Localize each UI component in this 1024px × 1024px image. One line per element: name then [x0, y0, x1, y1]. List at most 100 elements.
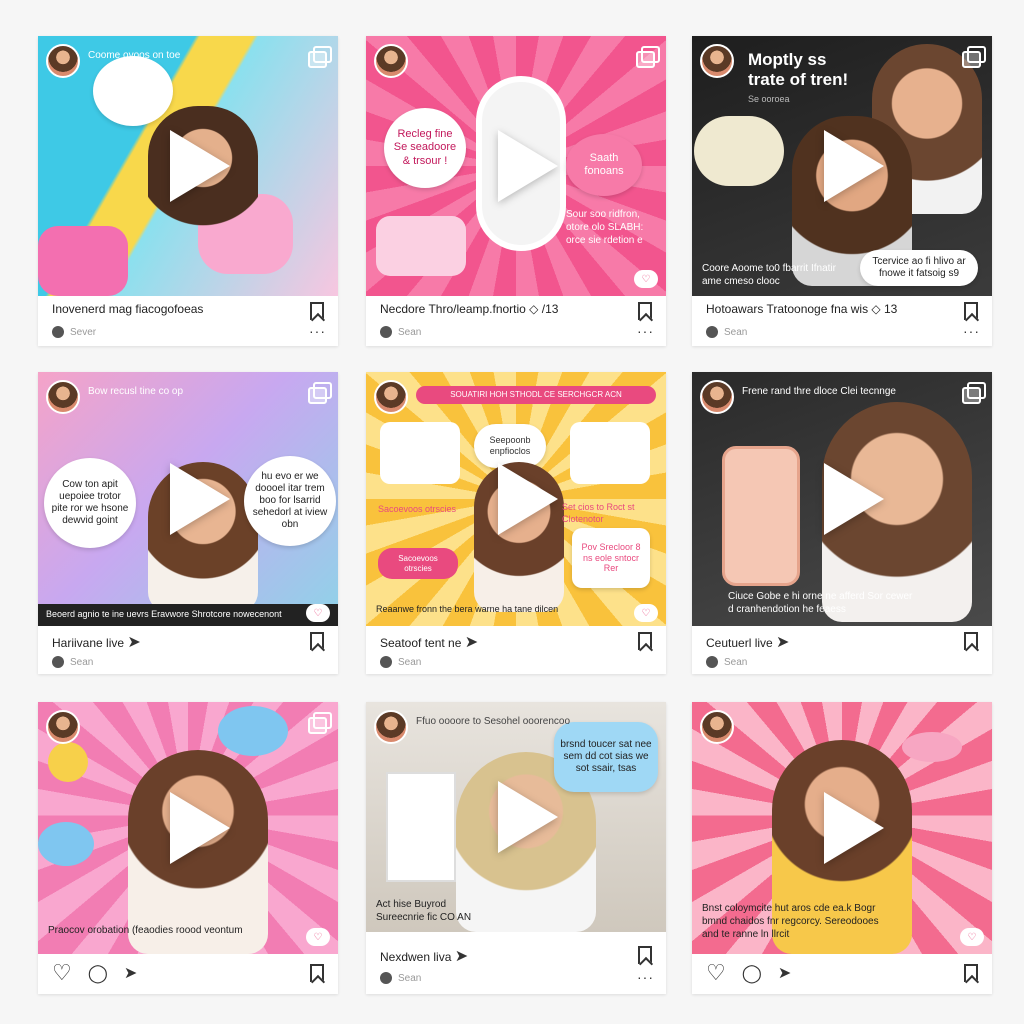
play-icon[interactable]: [498, 463, 558, 535]
post-media[interactable]: Recleg fine Se seadoore & trsour ! Saath…: [366, 36, 666, 296]
post-card[interactable]: Ciuce Gobe e hi orne ne afferd Sor cewer…: [692, 372, 992, 674]
play-icon[interactable]: [170, 792, 230, 864]
heart-badge[interactable]: ♡: [960, 928, 984, 946]
avatar[interactable]: [374, 380, 408, 414]
bookmark-icon[interactable]: [310, 964, 324, 982]
bookmark-icon[interactable]: [964, 964, 978, 982]
post-topline: Ffuo oooore to Sesohel ooorencoo: [416, 716, 570, 727]
avatar[interactable]: [700, 710, 734, 744]
post-card[interactable]: Bnst coloymcite hut aros cde ea.k Bogr b…: [692, 702, 992, 994]
overlay-text: Ciuce Gobe e hi orne ne afferd Sor cewer…: [728, 591, 913, 615]
overlay-text: Sour soo ridfron, otore olo SLABH: orce …: [566, 209, 644, 246]
more-options-icon[interactable]: ···: [963, 324, 980, 338]
heart-badge[interactable]: ♡: [306, 604, 330, 622]
heart-badge[interactable]: ♡: [634, 270, 658, 288]
clock-icon: [380, 326, 392, 338]
bookmark-icon[interactable]: [964, 632, 978, 650]
product-card: [380, 422, 460, 484]
bookmark-icon[interactable]: [310, 302, 324, 320]
post-footer: Necdore Thro/leamp.fnortio ◇ /13 Sean ··…: [366, 296, 666, 346]
post-media[interactable]: Cow ton apit uepoiee trotor pite ror we …: [38, 372, 338, 626]
post-media[interactable]: Bnst coloymcite hut aros cde ea.k Bogr b…: [692, 702, 992, 954]
post-card[interactable]: Praocov orobation (feaodies roood veontu…: [38, 702, 338, 994]
post-caption: Hotoawars Tratoonoge fna wis ◇ 13: [706, 302, 898, 316]
comment-icon[interactable]: ◯: [88, 963, 108, 984]
post-caption-text: Hariivane live: [52, 636, 125, 650]
multi-post-icon: [308, 712, 332, 734]
more-options-icon[interactable]: ···: [309, 324, 326, 338]
post-meta-text: Sean: [398, 972, 422, 984]
bookmark-icon[interactable]: [638, 946, 652, 964]
post-card[interactable]: brsnd toucer sat nee sem dd cot sias we …: [366, 702, 666, 994]
post-media[interactable]: Moptly ss trate of tren! Se ooroea Tcerv…: [692, 36, 992, 296]
bookmark-icon[interactable]: [638, 302, 652, 320]
post-caption: Seatoof tent ne ➤: [380, 632, 652, 652]
avatar[interactable]: [46, 380, 80, 414]
more-options-icon[interactable]: ···: [637, 324, 654, 338]
avatar[interactable]: [374, 710, 408, 744]
headline-banner: SOUATIRI HOH STHODL CE SERCHGCR ACN: [416, 386, 656, 404]
send-icon[interactable]: ➤: [127, 634, 140, 651]
heart-icon[interactable]: ♡: [706, 962, 726, 984]
comment-icon[interactable]: ◯: [742, 963, 762, 984]
post-meta-text: Sean: [398, 656, 422, 668]
speech-bubble: Saath fonoans: [566, 134, 642, 196]
avatar[interactable]: [700, 44, 734, 78]
post-card[interactable]: SOUATIRI HOH STHODL CE SERCHGCR ACN Seep…: [366, 372, 666, 674]
post-media[interactable]: brsnd toucer sat nee sem dd cot sias we …: [366, 702, 666, 932]
avatar[interactable]: [374, 44, 408, 78]
speech-bubble: Recleg fine Se seadoore & trsour !: [384, 108, 466, 188]
post-meta: Sever: [52, 326, 96, 338]
speech-bubble: brsnd toucer sat nee sem dd cot sias we …: [554, 722, 658, 792]
bookmark-icon[interactable]: [310, 632, 324, 650]
play-icon[interactable]: [824, 130, 884, 202]
overlay-text: Beoerd agnio te ine uevrs Eravwore Shrot…: [46, 609, 282, 620]
decoration-fish: [902, 732, 962, 762]
avatar[interactable]: [700, 380, 734, 414]
avatar[interactable]: [46, 710, 80, 744]
post-meta-text: Sean: [398, 326, 422, 338]
heart-badge[interactable]: ♡: [306, 928, 330, 946]
post-media[interactable]: Coome ovoos on toe: [38, 36, 338, 296]
play-icon[interactable]: [824, 792, 884, 864]
play-icon[interactable]: [170, 463, 230, 535]
heart-icon[interactable]: ♡: [52, 962, 72, 984]
play-icon[interactable]: [498, 781, 558, 853]
post-meta: Sean: [52, 656, 93, 668]
post-caption: Hariivane live ➤: [52, 632, 324, 652]
play-icon[interactable]: [170, 130, 230, 202]
post-footer: Nexdwen liva ➤ Sean ···: [366, 932, 666, 994]
post-media[interactable]: Praocov orobation (feaodies roood veontu…: [38, 702, 338, 954]
post-card[interactable]: Recleg fine Se seadoore & trsour ! Saath…: [366, 36, 666, 346]
heart-badge[interactable]: ♡: [634, 604, 658, 622]
post-caption-text: Ceutuerl live: [706, 636, 773, 650]
bookmark-icon[interactable]: [964, 302, 978, 320]
overlay-text: Act hise Buyrod Sureecnrie fic CO AN: [376, 899, 472, 923]
post-footer: Hariivane live ➤ Sean: [38, 626, 338, 676]
more-options-icon[interactable]: ···: [637, 970, 654, 984]
post-card[interactable]: Moptly ss trate of tren! Se ooroea Tcerv…: [692, 36, 992, 346]
post-topline: Bow recusl tine co op: [88, 386, 184, 397]
post-meta: Sean: [706, 656, 747, 668]
clock-icon: [380, 972, 392, 984]
clock-icon: [52, 656, 64, 668]
post-card[interactable]: Coome ovoos on toe Inovenerd mag fiacogo…: [38, 36, 338, 346]
send-icon[interactable]: ➤: [778, 963, 791, 983]
bookmark-icon[interactable]: [638, 632, 652, 650]
send-icon[interactable]: ➤: [465, 634, 478, 651]
clock-icon: [706, 326, 718, 338]
post-media[interactable]: SOUATIRI HOH STHODL CE SERCHGCR ACN Seep…: [366, 372, 666, 626]
send-icon[interactable]: ➤: [776, 634, 789, 651]
feed-grid: Coome ovoos on toe Inovenerd mag fiacogo…: [0, 0, 1024, 1024]
post-media[interactable]: Ciuce Gobe e hi orne ne afferd Sor cewer…: [692, 372, 992, 626]
play-icon[interactable]: [498, 130, 558, 202]
clock-icon: [380, 656, 392, 668]
post-footer: Seatoof tent ne ➤ Sean: [366, 626, 666, 676]
device-prop: [694, 116, 784, 186]
overlay-text: Coore Aoome to0 fbarrit Ifnatir ame cmes…: [702, 263, 836, 287]
play-icon[interactable]: [824, 463, 884, 535]
send-icon[interactable]: ➤: [124, 963, 137, 983]
post-card[interactable]: Cow ton apit uepoiee trotor pite ror we …: [38, 372, 338, 674]
send-icon[interactable]: ➤: [455, 948, 468, 965]
avatar[interactable]: [46, 44, 80, 78]
